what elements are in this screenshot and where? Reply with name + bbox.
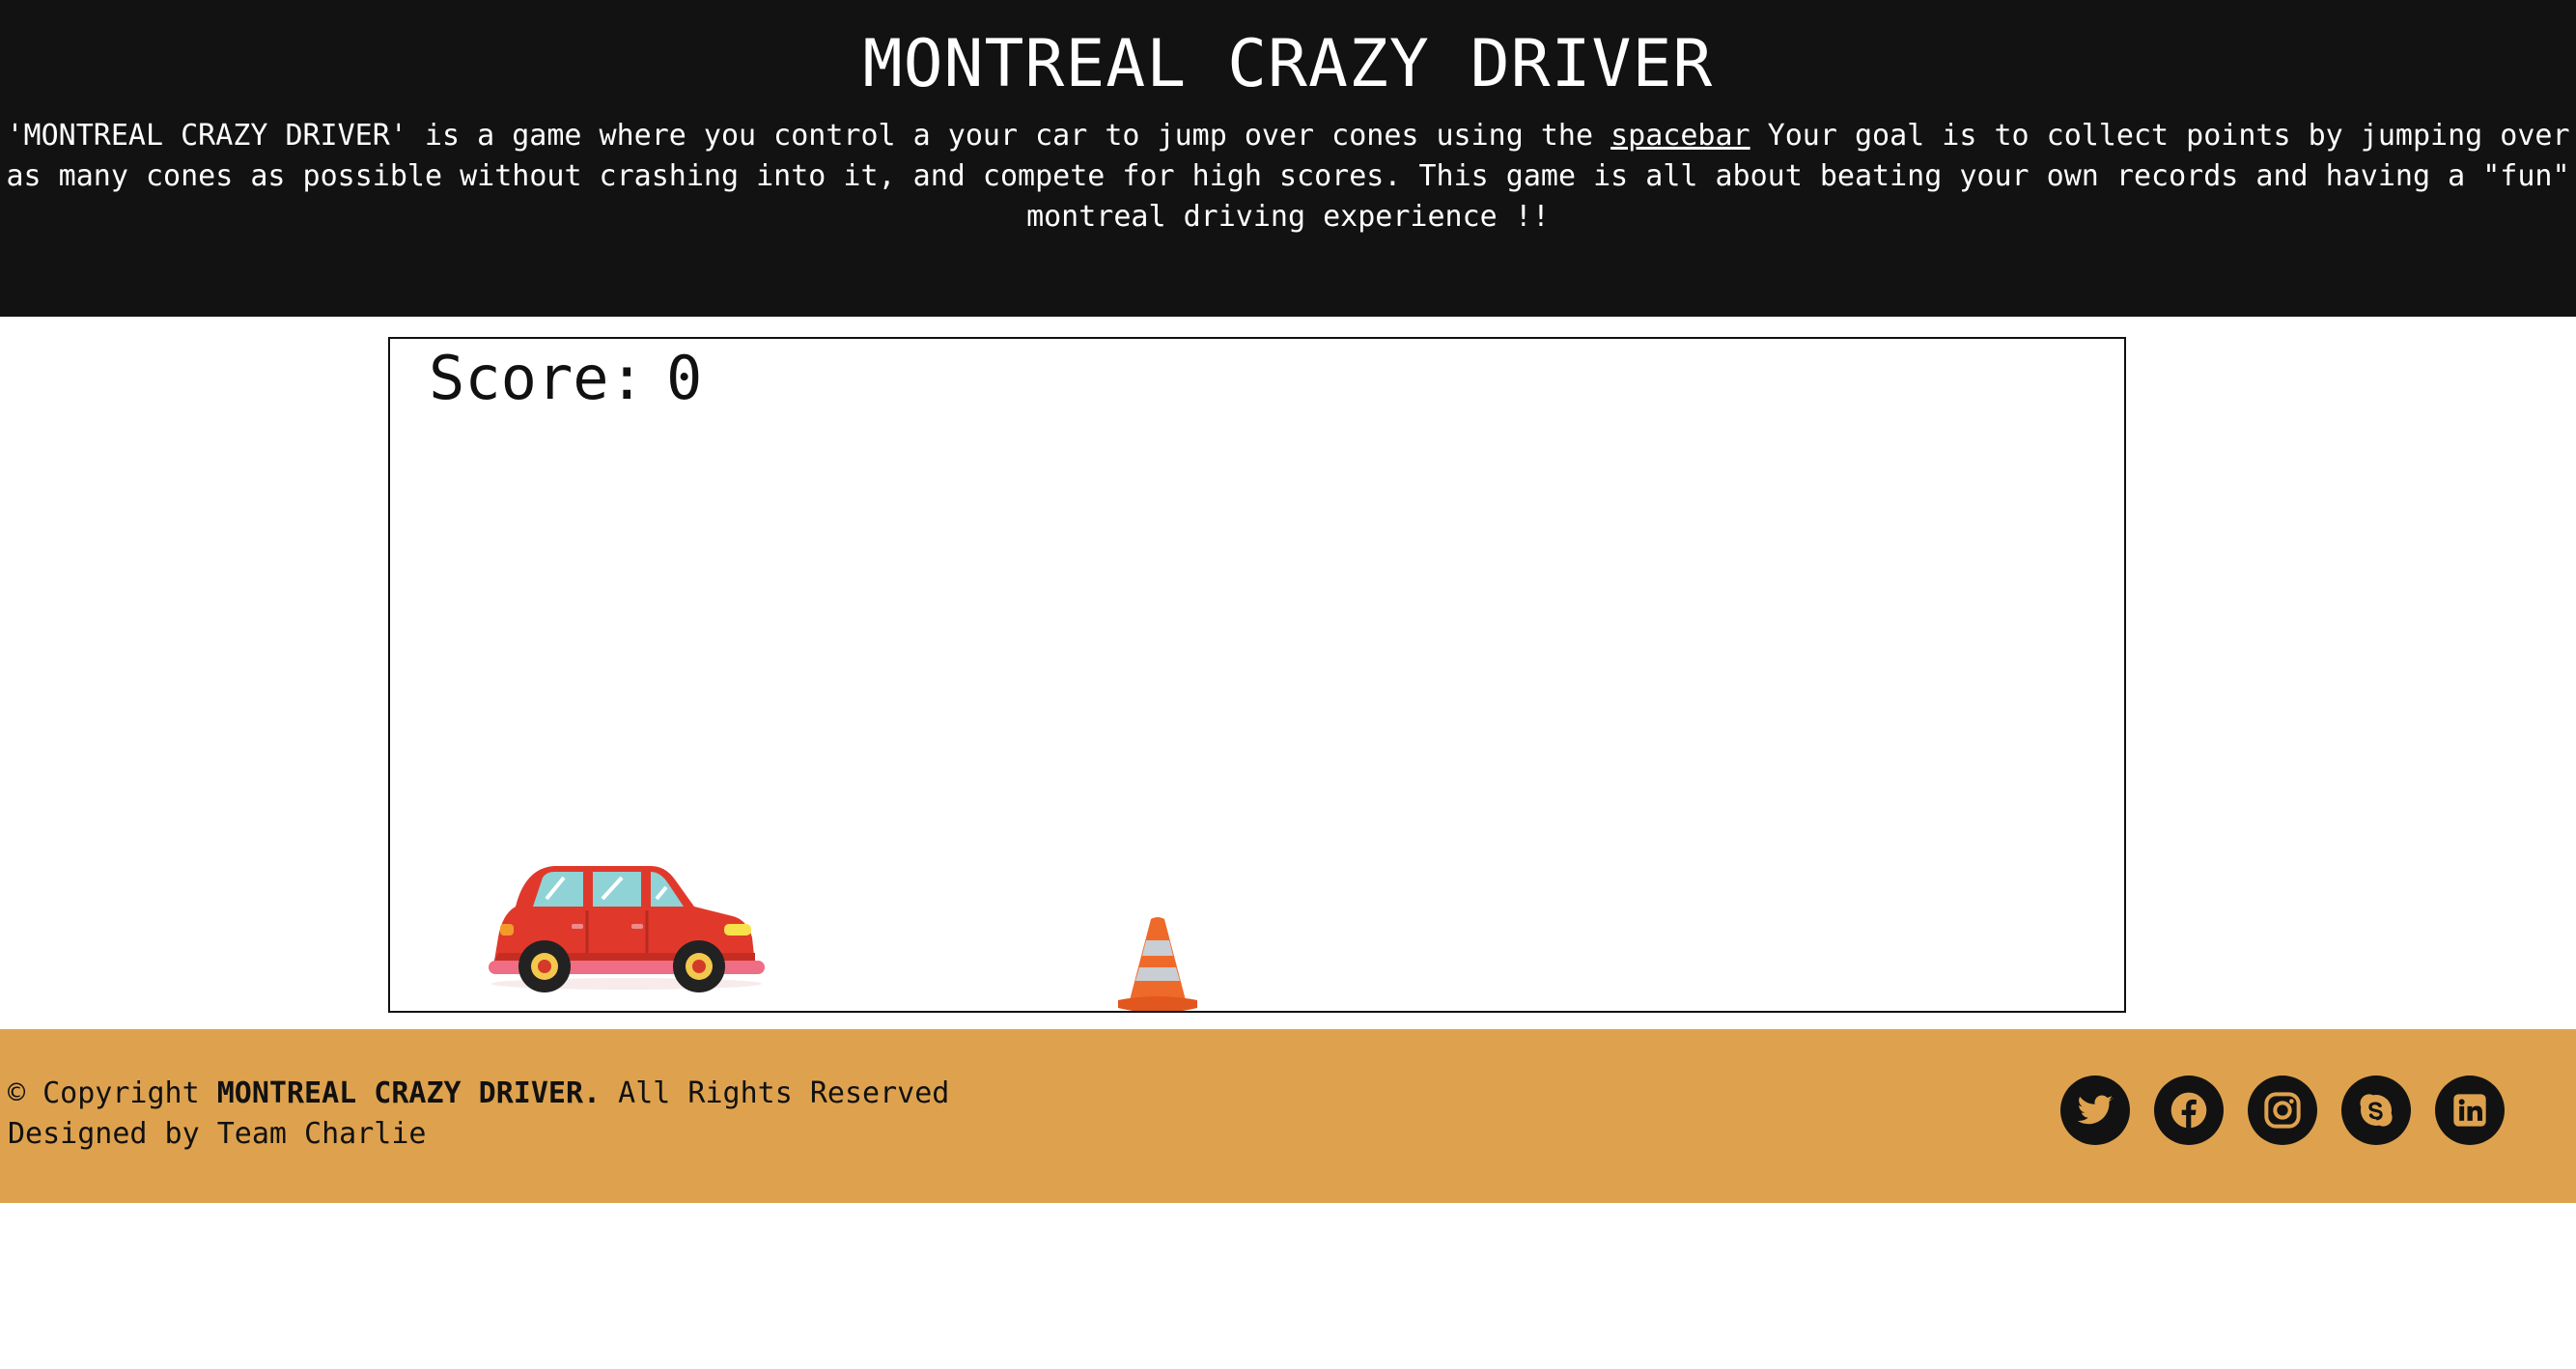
skype-icon — [2360, 1094, 2393, 1127]
traffic-cone-sprite — [1118, 917, 1197, 1011]
site-footer: © Copyright MONTREAL CRAZY DRIVER. All R… — [0, 1029, 2576, 1203]
skype-link[interactable] — [2341, 1076, 2411, 1145]
twitter-link[interactable] — [2060, 1076, 2130, 1145]
copyright-line: © Copyright MONTREAL CRAZY DRIVER. All R… — [8, 1074, 949, 1114]
instagram-link[interactable] — [2248, 1076, 2317, 1145]
score-label: Score: — [429, 343, 645, 413]
footer-text: © Copyright MONTREAL CRAZY DRIVER. All R… — [8, 1074, 949, 1155]
twitter-icon — [2077, 1095, 2114, 1125]
car-sprite — [489, 866, 765, 992]
copyright-prefix: © Copyright — [8, 1076, 217, 1110]
copyright-suffix: All Rights Reserved — [601, 1076, 950, 1110]
game-canvas[interactable]: Score: 0 — [388, 337, 2126, 1013]
instagram-icon — [2264, 1092, 2301, 1129]
description-text-before: 'MONTREAL CRAZY DRIVER' is a game where … — [6, 119, 1611, 153]
social-links — [2060, 1076, 2505, 1145]
facebook-link[interactable] — [2154, 1076, 2224, 1145]
site-header: MONTREAL CRAZY DRIVER 'MONTREAL CRAZY DR… — [0, 0, 2576, 317]
copyright-brand: MONTREAL CRAZY DRIVER. — [216, 1076, 602, 1110]
score-value: 0 — [665, 343, 703, 413]
spacebar-key-hint: spacebar — [1610, 119, 1750, 153]
linkedin-icon — [2453, 1094, 2486, 1127]
linkedin-link[interactable] — [2435, 1076, 2505, 1145]
game-description: 'MONTREAL CRAZY DRIVER' is a game where … — [6, 116, 2570, 237]
score-display: Score: 0 — [429, 341, 702, 416]
facebook-icon — [2170, 1092, 2207, 1129]
designed-by: Designed by Team Charlie — [8, 1117, 427, 1151]
page-title: MONTREAL CRAZY DRIVER — [862, 26, 1714, 102]
